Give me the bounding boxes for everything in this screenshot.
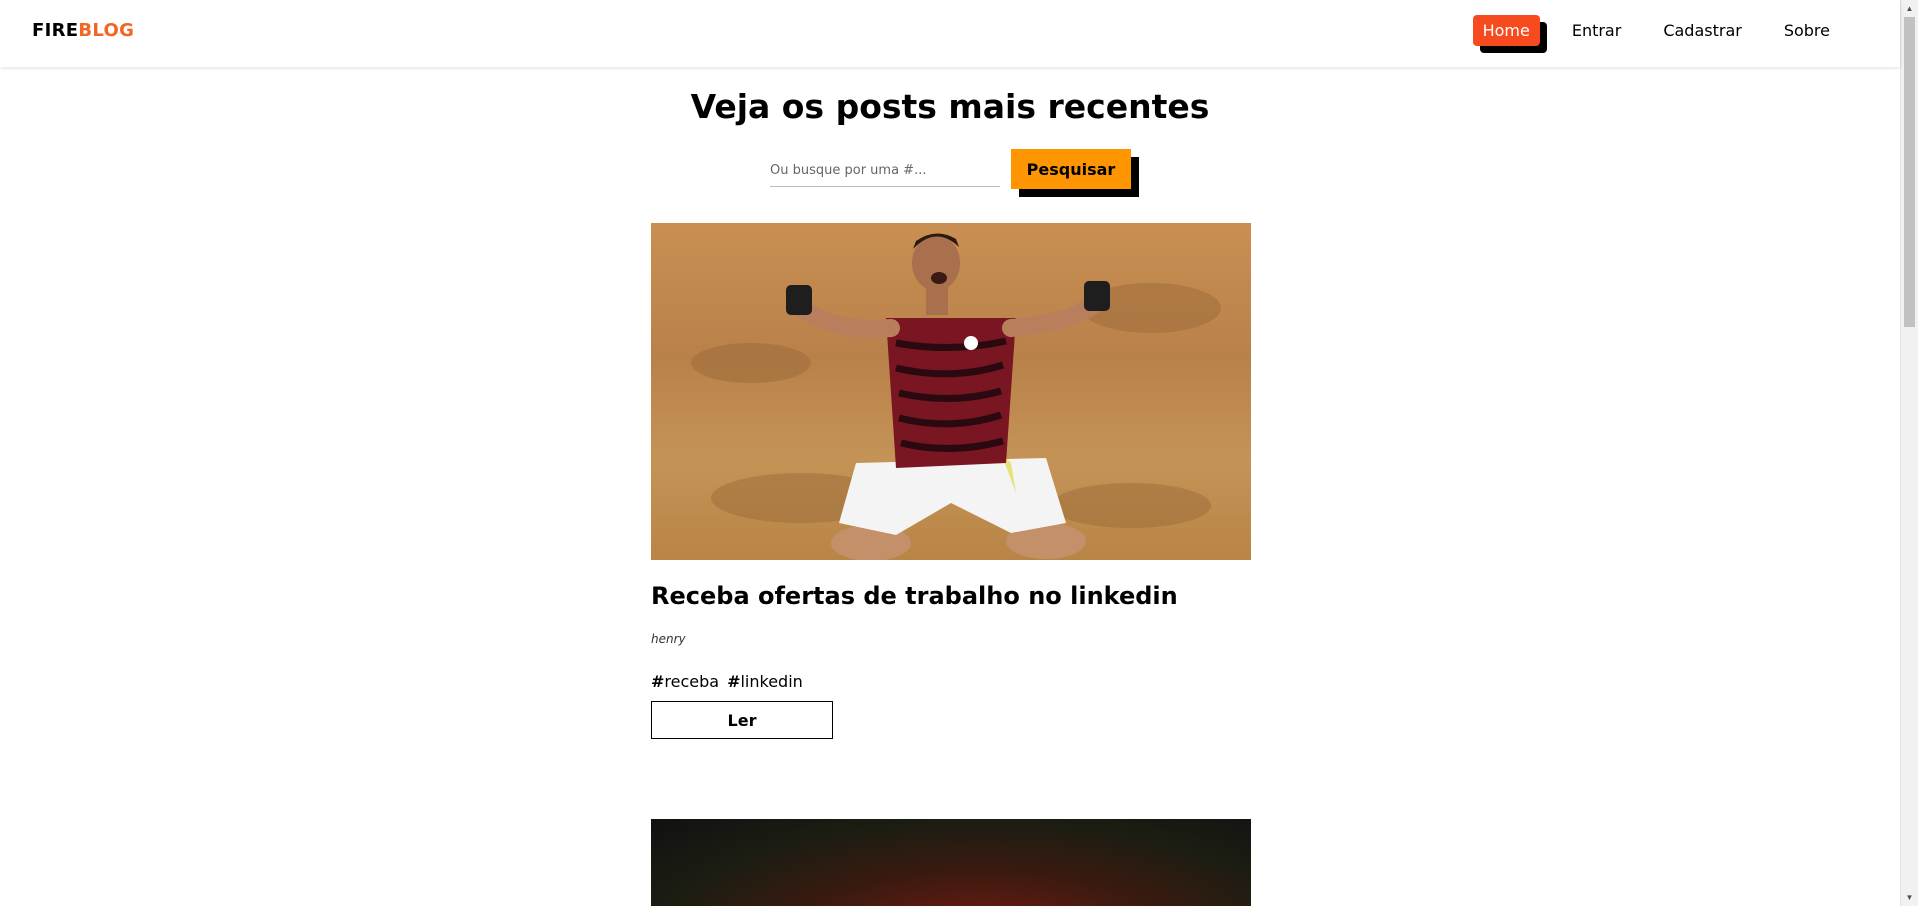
player-celebrating-illustration (786, 233, 1110, 560)
scroll-up-icon[interactable]: ▲ (1901, 0, 1918, 17)
post-image[interactable] (651, 223, 1251, 560)
search-form: Pesquisar (770, 149, 1150, 199)
nav-link-cadastrar[interactable]: Cadastrar (1653, 15, 1752, 46)
post-card: Receba ofertas de trabalho no linkedin h… (651, 223, 1251, 739)
vertical-scrollbar[interactable]: ▲ ▼ (1900, 0, 1918, 906)
tag-receba[interactable]: #receba (651, 672, 719, 691)
next-post-image[interactable] (651, 819, 1251, 906)
nav-link-entrar[interactable]: Entrar (1562, 15, 1631, 46)
nav-link-sobre[interactable]: Sobre (1774, 15, 1840, 46)
search-input[interactable] (770, 155, 1000, 187)
hash-symbol: # (727, 672, 741, 691)
tag-linkedin[interactable]: #linkedin (727, 672, 803, 691)
read-button[interactable]: Ler (651, 701, 833, 739)
page-title: Veja os posts mais recentes (690, 87, 1210, 126)
tag-label: receba (664, 672, 720, 691)
scroll-down-icon[interactable]: ▼ (1901, 889, 1918, 906)
brand-logo[interactable]: FIREBLOG (32, 20, 134, 41)
nav-link-home[interactable]: Home (1472, 15, 1540, 46)
navbar: FIREBLOG Home Entrar Cadastrar Sobre (0, 0, 1900, 67)
search-button[interactable]: Pesquisar (1011, 149, 1131, 189)
post-tags: #receba #linkedin (651, 672, 1251, 691)
main-content: Veja os posts mais recentes Pesquisar (0, 67, 1900, 906)
page: FIREBLOG Home Entrar Cadastrar Sobre Vej… (0, 0, 1918, 906)
tag-label: linkedin (740, 672, 803, 691)
post-title: Receba ofertas de trabalho no linkedin (651, 582, 1178, 610)
nav-links: Home Entrar Cadastrar Sobre (1472, 15, 1840, 46)
brand-part-blog: BLOG (78, 20, 135, 41)
scroll-thumb[interactable] (1904, 17, 1915, 327)
brand-part-fire: FIRE (32, 20, 79, 41)
hash-symbol: # (651, 672, 665, 691)
post-author: henry (651, 632, 686, 646)
